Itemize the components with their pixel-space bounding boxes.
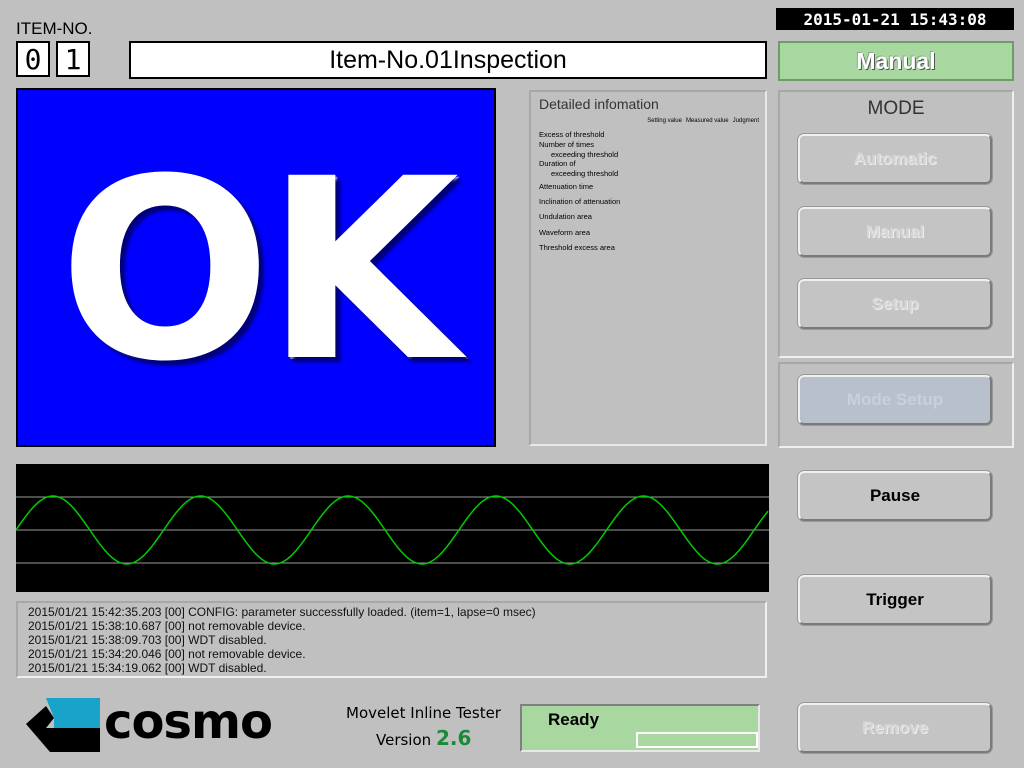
inspection-title: Item-No.01Inspection xyxy=(129,41,767,79)
version-line: Version 2.6 xyxy=(376,726,471,750)
manual-button[interactable]: Manual xyxy=(797,206,993,258)
detail-column-headers: Setting value Measured value Judgment xyxy=(647,118,759,124)
clock-display: 2015-01-21 15:43:08 xyxy=(776,8,1014,30)
mode-title: MODE xyxy=(867,98,925,119)
log-panel: 2015/01/21 15:42:35.203 [00] CONFIG: par… xyxy=(16,601,767,678)
detail-item-number-of-times: Number of times xyxy=(539,140,595,149)
brand-name: cosmo xyxy=(104,694,273,750)
waveform-display xyxy=(15,464,769,592)
mode-setup-button[interactable]: Mode Setup xyxy=(797,374,993,426)
item-digit-2: 1 xyxy=(56,41,90,77)
detail-item-undulation: Undulation area xyxy=(539,212,592,221)
cosmo-logo-icon xyxy=(26,698,100,752)
log-entry: 2015/01/21 15:38:09.703 [00] WDT disable… xyxy=(28,633,267,647)
result-panel: OK xyxy=(16,88,496,447)
detail-item-attenuation-time: Attenuation time xyxy=(539,182,594,191)
detail-item-threshold-excess: Threshold excess area xyxy=(539,243,615,252)
detail-panel: Detailed infomation Setting value Measur… xyxy=(529,90,767,446)
current-mode-badge: Manual xyxy=(778,41,1014,81)
waveform-chart xyxy=(15,495,769,565)
status-indicator: Ready xyxy=(520,704,760,752)
log-entry: 2015/01/21 15:34:19.062 [00] WDT disable… xyxy=(28,661,267,675)
detail-item-inclination: Inclination of attenuation xyxy=(539,197,621,206)
app-name: Movelet Inline Tester xyxy=(346,704,501,722)
detail-col-setting: Setting value xyxy=(647,118,682,124)
log-entry: 2015/01/21 15:34:20.046 [00] not removab… xyxy=(28,647,306,661)
log-entry: 2015/01/21 15:38:10.687 [00] not removab… xyxy=(28,619,306,633)
setup-button[interactable]: Setup xyxy=(797,278,993,330)
detail-item-duration-sub: exceeding threshold xyxy=(551,169,619,178)
detail-col-measured: Measured value xyxy=(685,118,729,124)
pause-button[interactable]: Pause xyxy=(797,470,993,522)
status-text: Ready xyxy=(548,710,600,729)
item-number-label: ITEM-NO. xyxy=(16,19,93,38)
detail-item-waveform-area: Waveform area xyxy=(539,228,590,237)
detail-col-judgment: Judgment xyxy=(732,118,759,124)
remove-button[interactable]: Remove xyxy=(797,702,993,754)
item-digit-1: 0 xyxy=(16,41,50,77)
log-entry: 2015/01/21 15:42:35.203 [00] CONFIG: par… xyxy=(28,605,536,619)
detail-item-duration: Duration of xyxy=(539,159,576,168)
version-number: 2.6 xyxy=(435,726,472,750)
detail-title: Detailed infomation xyxy=(539,96,659,112)
status-progress-bar xyxy=(636,732,758,748)
result-judgment: OK xyxy=(58,124,459,416)
automatic-button[interactable]: Automatic xyxy=(797,133,993,185)
trigger-button[interactable]: Trigger xyxy=(797,574,993,626)
version-label: Version xyxy=(376,731,432,749)
detail-item-excess: Excess of threshold xyxy=(539,130,605,139)
